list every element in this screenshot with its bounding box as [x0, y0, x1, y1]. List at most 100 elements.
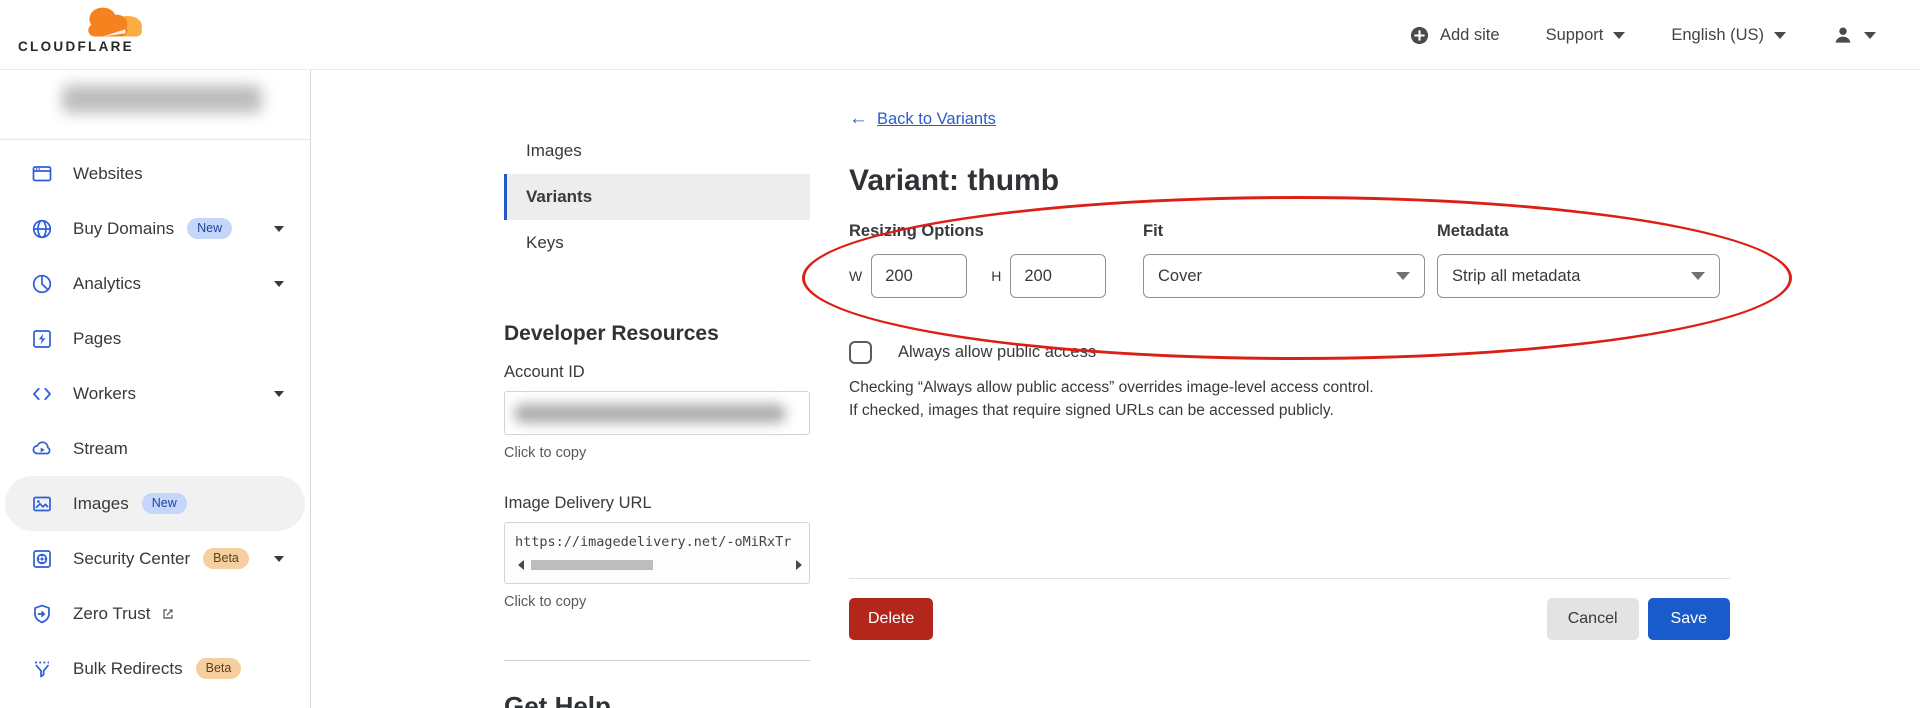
- secondary-column: Images Variants Keys Developer Resources…: [504, 70, 810, 708]
- cloud-play-icon: [31, 438, 53, 460]
- beta-badge: Beta: [203, 548, 249, 570]
- vault-icon: [31, 548, 53, 570]
- note-line-2: If checked, images that require signed U…: [849, 399, 1374, 422]
- code-brackets-icon: [31, 383, 53, 405]
- sidebar-item-label: Images: [73, 494, 129, 514]
- metadata-label: Metadata: [1437, 222, 1720, 241]
- subnav-label: Variants: [526, 187, 592, 207]
- always-allow-public-access-checkbox[interactable]: [849, 341, 872, 364]
- metadata-selected-value: Strip all metadata: [1452, 267, 1580, 286]
- chevron-down-icon: [1396, 272, 1410, 280]
- chevron-down-icon[interactable]: [274, 281, 284, 287]
- image-delivery-url-box[interactable]: https://imagedelivery.net/-oMiRxTr: [504, 522, 810, 584]
- redacted-account-name: [62, 85, 262, 113]
- resizing-options-group: Resizing Options W H: [849, 222, 1119, 298]
- back-link-label: Back to Variants: [877, 110, 996, 129]
- resizing-options-label: Resizing Options: [849, 222, 1119, 241]
- page-title: Variant: thumb: [849, 164, 1059, 198]
- sidebar-item-bulk-redirects[interactable]: Bulk Redirects Beta: [5, 641, 305, 696]
- image-delivery-url-value[interactable]: https://imagedelivery.net/-oMiRxTr: [515, 534, 803, 550]
- delete-button[interactable]: Delete: [849, 598, 933, 640]
- fit-label: Fit: [1143, 222, 1425, 241]
- save-button[interactable]: Save: [1648, 598, 1730, 640]
- height-label: H: [991, 268, 1001, 284]
- redacted-account-id: [514, 404, 786, 423]
- sidebar: Websites Buy Domains New Analyt: [0, 70, 311, 708]
- sidebar-item-websites[interactable]: Websites: [5, 146, 305, 201]
- width-input[interactable]: [871, 254, 967, 298]
- chevron-down-icon[interactable]: [274, 226, 284, 232]
- variant-editor: ← Back to Variants Variant: thumb Resizi…: [849, 70, 1730, 708]
- add-site-button[interactable]: Add site: [1409, 25, 1500, 46]
- sidebar-item-pages[interactable]: Pages: [5, 311, 305, 366]
- click-to-copy-hint[interactable]: Click to copy: [504, 594, 810, 610]
- subnav-item-variants[interactable]: Variants: [504, 174, 810, 220]
- developer-resources-title: Developer Resources: [504, 322, 810, 346]
- chevron-down-icon: [1864, 32, 1876, 39]
- sidebar-item-label: Security Center: [73, 549, 190, 569]
- sidebar-item-label: Analytics: [73, 274, 141, 294]
- beta-badge: Beta: [196, 658, 242, 680]
- sidebar-item-label: Zero Trust: [73, 604, 150, 624]
- sidebar-item-label: Websites: [73, 164, 143, 184]
- chevron-down-icon: [1691, 272, 1705, 280]
- scroll-left-arrow-icon[interactable]: [518, 560, 524, 570]
- sidebar-item-zero-trust[interactable]: Zero Trust: [5, 586, 305, 641]
- chevron-down-icon: [1613, 32, 1625, 39]
- note-line-1: Checking “Always allow public access” ov…: [849, 376, 1374, 399]
- fit-select[interactable]: Cover: [1143, 254, 1425, 298]
- account-id-copy-box[interactable]: [504, 391, 810, 435]
- account-selector[interactable]: [0, 70, 310, 140]
- shield-arrow-icon: [31, 603, 53, 625]
- support-menu[interactable]: Support: [1546, 26, 1626, 45]
- pie-chart-icon: [31, 273, 53, 295]
- lightning-icon: [31, 328, 53, 350]
- sidebar-item-label: Pages: [73, 329, 121, 349]
- fit-selected-value: Cover: [1158, 267, 1202, 286]
- sidebar-nav: Websites Buy Domains New Analyt: [0, 146, 310, 696]
- fit-group: Fit Cover: [1143, 222, 1425, 298]
- public-access-label[interactable]: Always allow public access: [898, 343, 1096, 362]
- metadata-select[interactable]: Strip all metadata: [1437, 254, 1720, 298]
- plus-circle-icon: [1409, 25, 1430, 46]
- cloudflare-wordmark: CLOUDFLARE: [18, 39, 150, 54]
- metadata-group: Metadata Strip all metadata: [1437, 222, 1720, 298]
- action-buttons: Delete Cancel Save: [849, 598, 1730, 640]
- sidebar-item-analytics[interactable]: Analytics: [5, 256, 305, 311]
- sidebar-item-label: Stream: [73, 439, 128, 459]
- globe-icon: [31, 218, 53, 240]
- get-help-title: Get Help: [504, 691, 810, 708]
- subnav-label: Images: [526, 141, 582, 161]
- back-to-variants-link[interactable]: ← Back to Variants: [849, 108, 996, 130]
- scrollbar-thumb[interactable]: [531, 560, 653, 570]
- chevron-down-icon[interactable]: [274, 391, 284, 397]
- image-icon: [31, 493, 53, 515]
- sidebar-item-security-center[interactable]: Security Center Beta: [5, 531, 305, 586]
- sidebar-item-images[interactable]: Images New: [5, 476, 305, 531]
- cancel-button[interactable]: Cancel: [1547, 598, 1639, 640]
- left-arrow-icon: ←: [849, 108, 868, 130]
- subnav-label: Keys: [526, 233, 564, 253]
- divider: [504, 660, 810, 661]
- support-label: Support: [1546, 26, 1604, 45]
- header-actions: Add site Support English (US): [1409, 0, 1876, 70]
- sidebar-item-workers[interactable]: Workers: [5, 366, 305, 421]
- sidebar-item-stream[interactable]: Stream: [5, 421, 305, 476]
- subnav-item-images[interactable]: Images: [504, 128, 810, 174]
- chevron-down-icon[interactable]: [274, 556, 284, 562]
- click-to-copy-hint[interactable]: Click to copy: [504, 445, 810, 461]
- width-label: W: [849, 268, 862, 284]
- cloudflare-logo[interactable]: CLOUDFLARE: [18, 5, 150, 54]
- language-menu[interactable]: English (US): [1671, 26, 1786, 45]
- cloudflare-cloud-icon: [78, 5, 144, 39]
- chevron-down-icon: [1774, 32, 1786, 39]
- sidebar-item-buy-domains[interactable]: Buy Domains New: [5, 201, 305, 256]
- subnav-item-keys[interactable]: Keys: [504, 220, 810, 266]
- scroll-right-arrow-icon[interactable]: [796, 560, 802, 570]
- horizontal-scrollbar[interactable]: [515, 559, 805, 571]
- variant-options-form: Resizing Options W H Fit Cover Metadata: [849, 222, 1730, 342]
- height-input[interactable]: [1010, 254, 1106, 298]
- account-id-label: Account ID: [504, 363, 810, 382]
- account-menu[interactable]: [1832, 24, 1876, 46]
- external-link-icon: [161, 607, 175, 621]
